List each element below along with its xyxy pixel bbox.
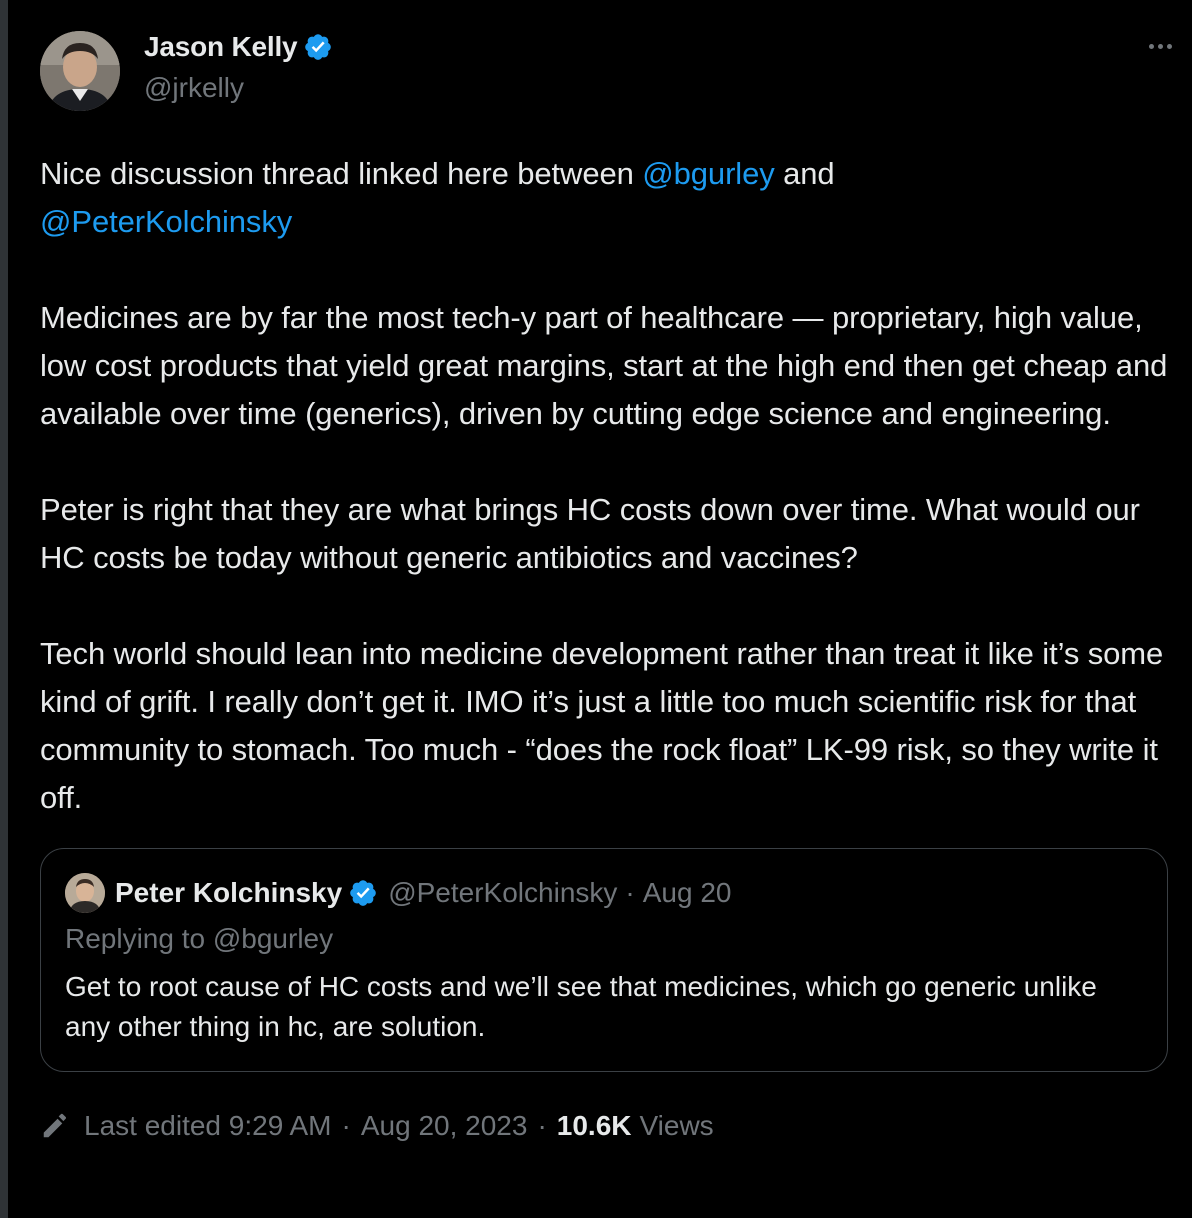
quoted-tweet-text: Get to root cause of HC costs and we’ll … xyxy=(65,971,1097,1042)
author-name-row: Jason Kelly xyxy=(144,30,333,64)
mention-link[interactable]: @PeterKolchinsky xyxy=(40,204,292,239)
more-dot xyxy=(1157,43,1163,49)
tweet-paragraph-4: Tech world should lean into medicine dev… xyxy=(40,636,1164,815)
quoted-author-display-name[interactable]: Peter Kolchinsky xyxy=(115,877,342,909)
more-dot xyxy=(1166,43,1172,49)
more-dot xyxy=(1148,43,1154,49)
tweet-meta: Last edited 9:29 AM · Aug 20, 2023 · 10.… xyxy=(40,1110,1172,1142)
pencil-icon[interactable] xyxy=(40,1111,70,1141)
quoted-tweet-card[interactable]: Peter Kolchinsky @PeterKolchinsky · Aug … xyxy=(40,848,1168,1072)
views-count[interactable]: 10.6K xyxy=(557,1110,632,1142)
quoted-author-avatar-image xyxy=(65,873,105,913)
tweet: Jason Kelly @jrkelly Nice discussion thr… xyxy=(40,26,1172,1142)
quoted-tweet-header: Peter Kolchinsky @PeterKolchinsky · Aug … xyxy=(65,873,731,913)
verified-badge-icon[interactable] xyxy=(348,878,378,908)
separator-dot: · xyxy=(537,1110,547,1141)
tweet-date[interactable]: Aug 20, 2023 xyxy=(361,1110,528,1142)
views-label[interactable]: Views xyxy=(639,1110,713,1142)
tweet-paragraph-2: Medicines are by far the most tech-y par… xyxy=(40,300,1168,431)
quoted-author-handle[interactable]: @PeterKolchinsky xyxy=(388,877,617,909)
quoted-author-avatar[interactable] xyxy=(65,873,105,913)
verified-badge-icon[interactable] xyxy=(303,32,333,62)
tweet-header: Jason Kelly @jrkelly xyxy=(40,26,1172,111)
last-edited-link[interactable]: Last edited 9:29 AM xyxy=(84,1110,332,1142)
separator-dot: · xyxy=(625,877,635,908)
author-avatar-image xyxy=(40,31,120,111)
tweet-text: Nice discussion thread linked here betwe… xyxy=(40,150,1172,822)
replying-to-label: Replying to @bgurley xyxy=(65,923,334,954)
tweet-paragraph-3: Peter is right that they are what brings… xyxy=(40,492,1140,575)
author-identity: Jason Kelly @jrkelly xyxy=(144,30,333,104)
author-display-name[interactable]: Jason Kelly xyxy=(144,31,298,63)
author-handle[interactable]: @jrkelly xyxy=(144,72,333,104)
tweet-paragraph-1: Nice discussion thread linked here betwe… xyxy=(40,150,1172,246)
separator-dot: · xyxy=(341,1110,351,1141)
quoted-tweet-date[interactable]: Aug 20 xyxy=(643,877,732,909)
more-horizontal-icon[interactable] xyxy=(1140,34,1180,58)
author-avatar[interactable] xyxy=(40,31,120,111)
mention-link[interactable]: @bgurley xyxy=(642,156,774,191)
left-border xyxy=(0,0,8,1218)
tweet-text-segment: and xyxy=(774,156,835,191)
tweet-text-segment: Nice discussion thread linked here betwe… xyxy=(40,156,643,191)
